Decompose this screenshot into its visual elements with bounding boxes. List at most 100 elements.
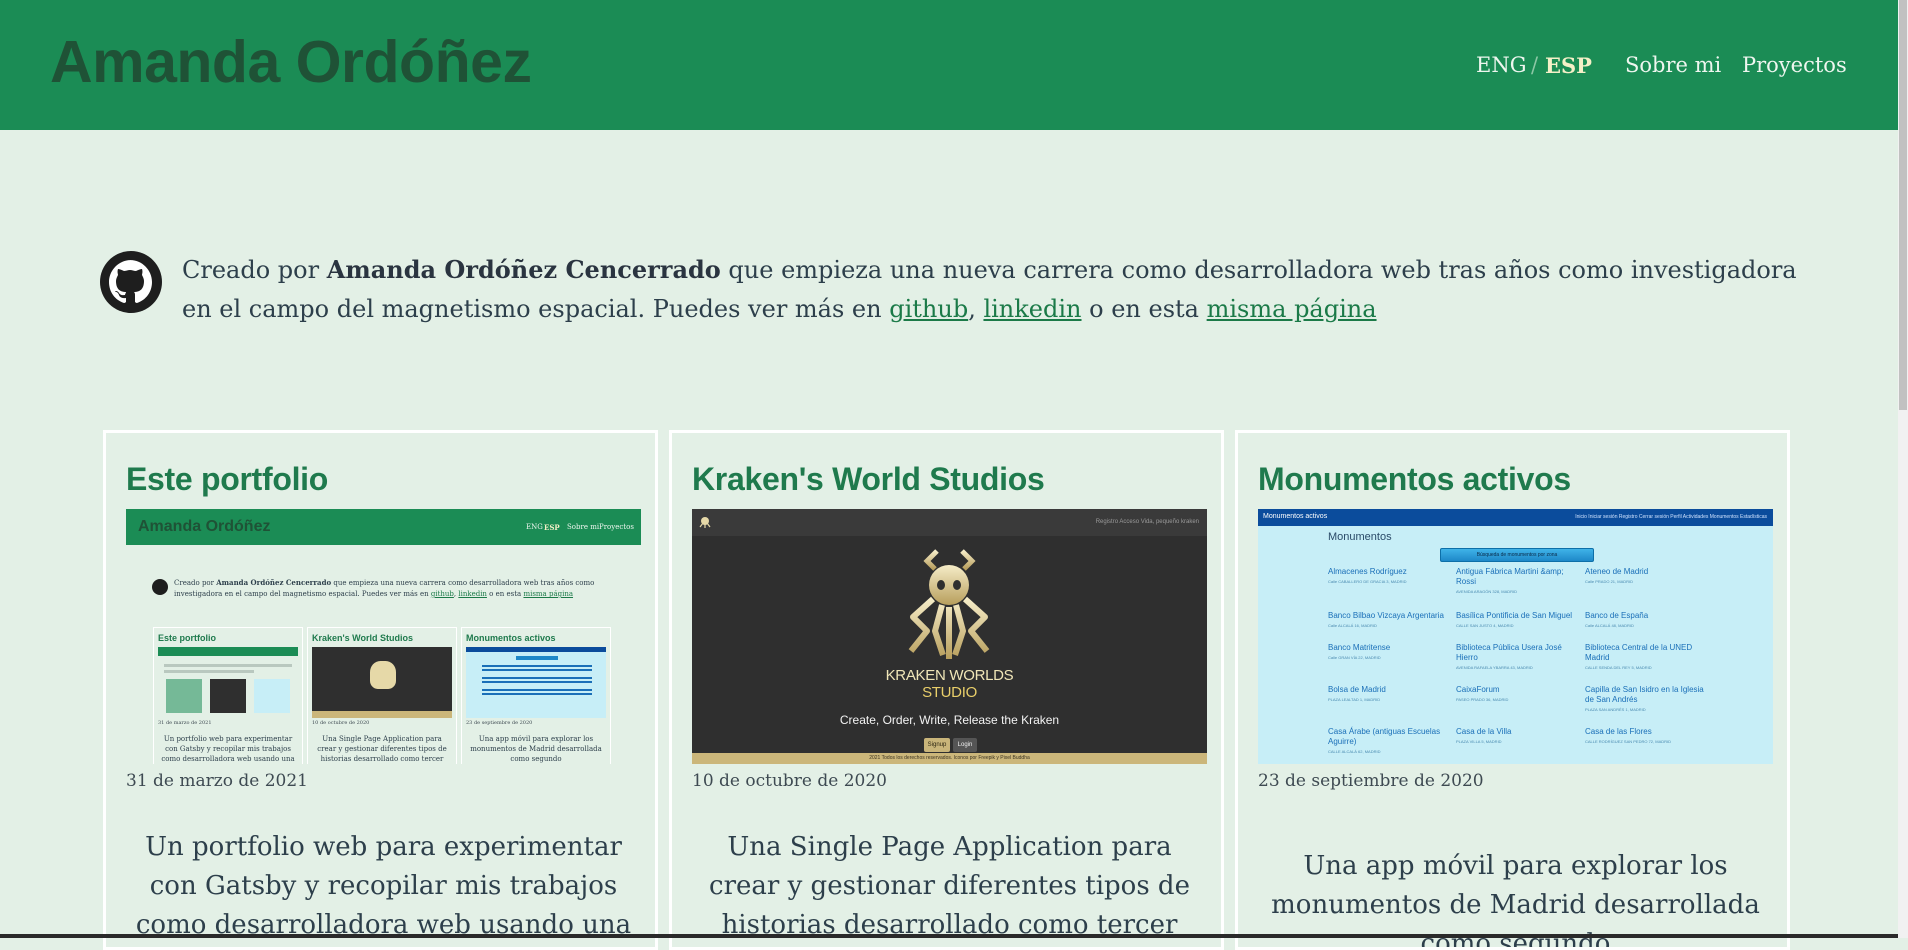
- lang-eng-link[interactable]: ENG: [1476, 53, 1526, 77]
- thumb-card-date: 23 de septiembre de 2020: [466, 720, 533, 726]
- monument-name: Banco de España: [1585, 611, 1649, 620]
- monument-address: PASEO PRADO 36, MADRID: [1456, 697, 1509, 702]
- thumb-logo: Amanda Ordóñez: [138, 518, 271, 535]
- site-logo[interactable]: Amanda Ordóñez: [50, 28, 532, 96]
- thumb-intro: Creado por Amanda Ordóñez Cencerrado que…: [174, 578, 595, 598]
- github-icon[interactable]: [100, 251, 162, 313]
- monument-address: Calle ALCALÁ 16, MADRID: [1328, 623, 1377, 628]
- thumb-header: Amanda Ordóñez ENG ESP Sobre mi Proyecto…: [126, 509, 641, 545]
- monument-item: Ateneo de Madrid Calle PRADO 21, MADRID: [1585, 567, 1707, 585]
- thumb-nav-esp: ESP: [544, 523, 560, 532]
- thumb-card-desc: Una Single Page Application para crear y…: [317, 735, 447, 763]
- nav-about-link[interactable]: Sobre mi: [1625, 53, 1721, 77]
- thumb-card-date: 31 de marzo de 2021: [158, 720, 212, 726]
- monument-name: Banco Matritense: [1328, 643, 1391, 652]
- monument-name: Almacenes Rodríguez: [1328, 567, 1407, 576]
- monument-item: Biblioteca Central de la UNED Madrid CALL…: [1585, 643, 1707, 671]
- monument-item: Antigua Fábrica Martini &amp; Rossi AVENI…: [1456, 567, 1578, 595]
- thumb-heading: Monumentos: [1328, 531, 1392, 543]
- site-header: Amanda Ordóñez ENG / ESP Sobre mi Proyec…: [0, 0, 1898, 130]
- project-card-portfolio[interactable]: Este portfolio Amanda Ordóñez ENG ESP So…: [103, 430, 658, 950]
- thumb-footer: 2021 Todos los derechos reservados. Icon…: [692, 753, 1207, 764]
- monument-item: Banco de España Calle ALCALÁ 48, MADRID: [1585, 611, 1707, 629]
- kraken-small-icon: [699, 517, 711, 528]
- thumb-page-link: misma página: [523, 590, 574, 598]
- project-screenshot[interactable]: Amanda Ordóñez ENG ESP Sobre mi Proyecto…: [126, 509, 641, 764]
- thumb-nav: Inicio Iniciar sesión Registro Cerrar se…: [1575, 514, 1767, 520]
- project-card-monumentos[interactable]: Monumentos activos Monumentos activos In…: [1235, 430, 1790, 950]
- project-title[interactable]: Monumentos activos: [1258, 461, 1571, 498]
- monument-name: Biblioteca Central de la UNED Madrid: [1585, 643, 1693, 662]
- project-date: 10 de octubre de 2020: [692, 771, 888, 791]
- monument-item: Casa de las Flores CALLE RODRÍGUEZ SAN PE…: [1585, 727, 1707, 745]
- thumb-author-name: Amanda Ordóñez Cencerrado: [216, 578, 332, 587]
- thumb-nav-projects: Proyectos: [599, 523, 634, 531]
- monument-address: CALLE ALCALÁ 62, MADRID: [1328, 749, 1381, 754]
- thumb-navbar: Monumentos activos Inicio Iniciar sesión…: [1258, 509, 1773, 526]
- monument-address: CALLE RODRÍGUEZ SAN PEDRO 72, MADRID: [1585, 739, 1672, 744]
- window-bottom-edge: [0, 934, 1898, 938]
- monument-address: Calle CABALLERO DE GRACIA 3, MADRID: [1328, 579, 1407, 584]
- monument-address: PLAZA LEALTAD 1, MADRID: [1328, 697, 1381, 702]
- monument-item: Banco Matritense Calle GRAN VÍA 22, MADRI…: [1328, 643, 1450, 661]
- intro-paragraph: Creado por Amanda Ordóñez Cencerrado que…: [182, 250, 1812, 329]
- monument-item: Basílica Pontificia de San Miguel CALLE S…: [1456, 611, 1578, 629]
- monument-name: Casa de las Flores: [1585, 727, 1652, 736]
- monument-item: Capilla de San Isidro en la Iglesia de S…: [1585, 685, 1707, 713]
- monument-address: PLAZA SAN ANDRÉS 1, MADRID: [1585, 707, 1646, 712]
- thumb-brand: Monumentos activos: [1263, 513, 1328, 520]
- thumb-intro-prefix: Creado por: [174, 579, 217, 587]
- project-description: Una Single Page Application para crear y…: [709, 832, 1190, 940]
- project-date: 31 de marzo de 2021: [126, 771, 308, 791]
- monument-name: Bolsa de Madrid: [1328, 685, 1386, 694]
- kraken-logo-line2: STUDIO: [922, 684, 977, 701]
- project-screenshot[interactable]: Monumentos activos Inicio Iniciar sesión…: [1258, 509, 1773, 764]
- monument-name: Ateneo de Madrid: [1585, 567, 1649, 576]
- thumb-navbar: Registro Acceso Vida, pequeño kraken: [692, 509, 1207, 536]
- monument-name: Biblioteca Pública Usera José Hierro: [1456, 643, 1562, 662]
- monument-address: AVENIDA ARAGÓN 328, MADRID: [1456, 589, 1518, 594]
- project-card-kraken[interactable]: Kraken's World Studios Registro Acceso V…: [669, 430, 1224, 950]
- github-link[interactable]: github: [889, 295, 968, 323]
- monument-address: Calle ALCALÁ 48, MADRID: [1585, 623, 1634, 628]
- monument-item: Banco Bilbao Vizcaya Argentaria Calle ALC…: [1328, 611, 1450, 629]
- monument-address: Calle GRAN VÍA 22, MADRID: [1328, 655, 1381, 660]
- monument-item: Bolsa de Madrid PLAZA LEALTAD 1, MADRID: [1328, 685, 1450, 703]
- kraken-logo-icon: [908, 549, 990, 659]
- thumb-search-button: Búsqueda de monumentos por zona: [1440, 548, 1594, 562]
- thumb-card-title: Kraken's World Studios: [312, 633, 413, 643]
- linkedin-link[interactable]: linkedin: [983, 295, 1081, 323]
- same-page-link[interactable]: misma página: [1207, 295, 1377, 323]
- thumb-card-title: Este portfolio: [158, 633, 216, 643]
- lang-esp-link[interactable]: ESP: [1545, 53, 1592, 78]
- thumb-linkedin-link: linkedin: [458, 590, 487, 598]
- monument-name: Casa Árabe (antiguas Escuelas Aguirre): [1328, 727, 1441, 746]
- project-title[interactable]: Este portfolio: [126, 461, 328, 498]
- thumb-card-image: [312, 647, 452, 718]
- kraken-logo-text: KRAKEN WORLDS STUDIO: [692, 667, 1207, 701]
- monument-item: Casa de la Villa PLAZA VILLA 5, MADRID: [1456, 727, 1578, 745]
- thumb-login-button: Login: [953, 738, 977, 752]
- thumb-card-title: Monumentos activos: [466, 633, 556, 643]
- nav-projects-link[interactable]: Proyectos: [1742, 53, 1847, 77]
- project-title[interactable]: Kraken's World Studios: [692, 461, 1045, 498]
- monument-address: Calle PRADO 21, MADRID: [1585, 579, 1634, 584]
- thumb-card-desc: Un portfolio web para experimentar con G…: [161, 735, 295, 763]
- github-icon: [152, 579, 168, 595]
- monument-name: Capilla de San Isidro en la Iglesia de S…: [1585, 685, 1704, 704]
- intro-prefix: Creado por: [182, 256, 327, 284]
- thumb-github-link: github: [430, 590, 454, 598]
- project-screenshot[interactable]: Registro Acceso Vida, pequeño kraken KRA…: [692, 509, 1207, 764]
- monument-item: Almacenes Rodríguez Calle CABALLERO DE GR…: [1328, 567, 1450, 585]
- thumb-card: Monumentos activos 23 de septiembre de 2…: [461, 627, 611, 764]
- monument-name: Basílica Pontificia de San Miguel: [1456, 611, 1573, 620]
- thumb-card: Este portfolio 31 de marzo de 2021 Un po…: [153, 627, 303, 764]
- lang-separator: /: [1531, 53, 1539, 77]
- intro-comma: ,: [968, 295, 984, 323]
- page-scrollbar-thumb[interactable]: [1899, 0, 1907, 410]
- thumb-nav-eng: ENG: [526, 523, 543, 531]
- monument-address: AVENIDA RAFAELA YBARRA 43, MADRID: [1456, 665, 1533, 670]
- thumb-card: Kraken's World Studios 10 de octubre de …: [307, 627, 457, 764]
- monument-item: CaixaForum PASEO PRADO 36, MADRID: [1456, 685, 1578, 703]
- monument-name: Banco Bilbao Vizcaya Argentaria: [1328, 611, 1444, 620]
